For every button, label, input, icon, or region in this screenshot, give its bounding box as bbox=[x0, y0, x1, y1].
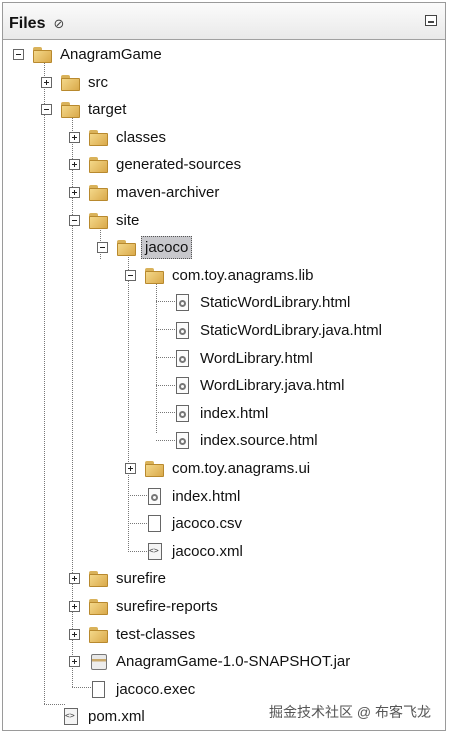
tree-node-jacoco-exec[interactable]: jacoco.exec bbox=[3, 677, 443, 704]
tree-node-label: jacoco bbox=[141, 236, 193, 260]
xml-file-icon bbox=[60, 707, 82, 727]
collapse-toggle-icon[interactable] bbox=[69, 214, 80, 226]
folder-icon bbox=[60, 100, 82, 120]
tree-node-jacoco-csv[interactable]: jacoco.csv bbox=[3, 511, 443, 538]
tree-node-index-source-html[interactable]: index.source.html bbox=[3, 428, 443, 455]
tab-files[interactable]: Files ⊘ bbox=[9, 11, 64, 37]
collapse-toggle-icon[interactable] bbox=[13, 49, 24, 60]
expand-toggle-icon[interactable] bbox=[69, 573, 80, 585]
minimize-icon[interactable] bbox=[425, 15, 437, 26]
tree-node-label: maven-archiver bbox=[116, 184, 220, 201]
html-file-icon bbox=[172, 293, 194, 313]
folder-icon bbox=[144, 459, 166, 479]
tree-node-jacoco-xml[interactable]: jacoco.xml bbox=[3, 539, 443, 566]
tree-node-staticwordlibrary-html[interactable]: StaticWordLibrary.html bbox=[3, 290, 443, 317]
folder-icon bbox=[88, 569, 110, 589]
expand-toggle-icon[interactable] bbox=[69, 131, 80, 143]
tree-node-wordlibrary-html[interactable]: WordLibrary.html bbox=[3, 346, 443, 373]
tree-node-label: AnagramGame bbox=[60, 46, 162, 63]
tree-node-label: surefire-reports bbox=[116, 598, 218, 615]
folder-icon bbox=[88, 183, 110, 203]
tree-node-label: classes bbox=[116, 128, 167, 146]
tree-node-label: AnagramGame-1.0-SNAPSHOT.jar bbox=[116, 653, 351, 671]
folder-icon bbox=[60, 73, 82, 93]
file-icon bbox=[144, 514, 166, 534]
tree-node-anagramgame[interactable]: AnagramGame bbox=[3, 42, 443, 69]
tree-node-label: index.html bbox=[200, 404, 269, 422]
expand-toggle-icon[interactable] bbox=[69, 601, 80, 612]
tree-node-label: com.toy.anagrams.ui bbox=[172, 460, 311, 477]
file-icon bbox=[88, 680, 110, 700]
collapse-toggle-icon[interactable] bbox=[97, 242, 108, 254]
folder-icon bbox=[116, 238, 138, 258]
tree-node-generated-sources[interactable]: generated-sources bbox=[3, 152, 443, 179]
tree-node-label: com.toy.anagrams.lib bbox=[172, 266, 314, 284]
folder-icon bbox=[32, 45, 54, 65]
tree-node-label: pom.xml bbox=[88, 708, 145, 726]
expand-toggle-icon[interactable] bbox=[69, 187, 80, 198]
tree-node-label: StaticWordLibrary.java.html bbox=[200, 322, 383, 339]
html-file-icon bbox=[172, 349, 194, 369]
tree-node-label: jacoco.xml bbox=[172, 542, 243, 560]
files-panel: Files ⊘ AnagramGame src target classes gener… bbox=[2, 2, 446, 731]
tree-node-label: jacoco.exec bbox=[116, 680, 196, 698]
jar-file-icon bbox=[88, 652, 110, 672]
tree-node-label: jacoco.csv bbox=[172, 515, 243, 533]
tree-node-com-toy-anagrams-lib[interactable]: com.toy.anagrams.lib bbox=[3, 263, 443, 290]
expand-toggle-icon[interactable] bbox=[69, 159, 80, 171]
tree-node-label: target bbox=[88, 101, 127, 119]
tab-files-label: Files bbox=[9, 15, 46, 32]
close-icon[interactable]: ⊘ bbox=[53, 16, 64, 32]
tree-node-label: index.source.html bbox=[200, 432, 318, 450]
tree-node-label: test-classes bbox=[116, 625, 196, 643]
tree-node-classes[interactable]: classes bbox=[3, 125, 443, 152]
tree-node-surefire-reports[interactable]: surefire-reports bbox=[3, 594, 443, 621]
folder-icon bbox=[88, 211, 110, 231]
tree-node-maven-archiver[interactable]: maven-archiver bbox=[3, 180, 443, 207]
html-file-icon bbox=[172, 404, 194, 424]
tree-node-label: index.html bbox=[172, 487, 241, 505]
html-file-icon bbox=[172, 376, 194, 396]
html-file-icon bbox=[172, 431, 194, 451]
folder-icon bbox=[88, 155, 110, 175]
tree-node-label: site bbox=[116, 211, 140, 229]
html-file-icon bbox=[172, 321, 194, 341]
tree-node-test-classes[interactable]: test-classes bbox=[3, 622, 443, 649]
tree-node-label: StaticWordLibrary.html bbox=[200, 294, 351, 312]
tree-node-index-html-lib[interactable]: index.html bbox=[3, 401, 443, 428]
xml-file-icon bbox=[144, 542, 166, 562]
expand-toggle-icon[interactable] bbox=[69, 656, 80, 668]
tree-node-site[interactable]: site bbox=[3, 208, 443, 235]
collapse-toggle-icon[interactable] bbox=[41, 104, 52, 116]
tree-node-label: surefire bbox=[116, 570, 167, 588]
tree-node-jar[interactable]: AnagramGame-1.0-SNAPSHOT.jar bbox=[3, 649, 443, 676]
tree-node-label: WordLibrary.java.html bbox=[200, 377, 345, 395]
tree-node-wordlibrary-java-html[interactable]: WordLibrary.java.html bbox=[3, 373, 443, 400]
expand-toggle-icon[interactable] bbox=[41, 76, 52, 88]
tree-node-target[interactable]: target bbox=[3, 97, 443, 124]
folder-icon bbox=[88, 597, 110, 617]
folder-icon bbox=[88, 625, 110, 645]
tree-node-label: src bbox=[88, 73, 108, 91]
tree-node-jacoco[interactable]: jacoco bbox=[3, 235, 443, 262]
tree-node-staticwordlibrary-java-html[interactable]: StaticWordLibrary.java.html bbox=[3, 318, 443, 345]
tree-node-com-toy-anagrams-ui[interactable]: com.toy.anagrams.ui bbox=[3, 456, 443, 483]
tree-node-label: WordLibrary.html bbox=[200, 349, 313, 367]
file-tree: AnagramGame src target classes generated-sou… bbox=[3, 39, 445, 732]
tree-node-src[interactable]: src bbox=[3, 70, 443, 97]
tree-node-surefire[interactable]: surefire bbox=[3, 566, 443, 593]
tree-node-index-html-jacoco[interactable]: index.html bbox=[3, 484, 443, 511]
folder-icon bbox=[88, 128, 110, 148]
html-file-icon bbox=[144, 487, 166, 507]
expand-toggle-icon[interactable] bbox=[69, 628, 80, 640]
files-panel-header: Files ⊘ bbox=[3, 3, 445, 40]
tree-node-label: generated-sources bbox=[116, 156, 242, 174]
expand-toggle-icon[interactable] bbox=[125, 463, 136, 474]
watermark-text: 掘金技术社区 @ 布客飞龙 bbox=[269, 704, 431, 720]
folder-icon bbox=[144, 266, 166, 286]
collapse-toggle-icon[interactable] bbox=[125, 269, 136, 281]
